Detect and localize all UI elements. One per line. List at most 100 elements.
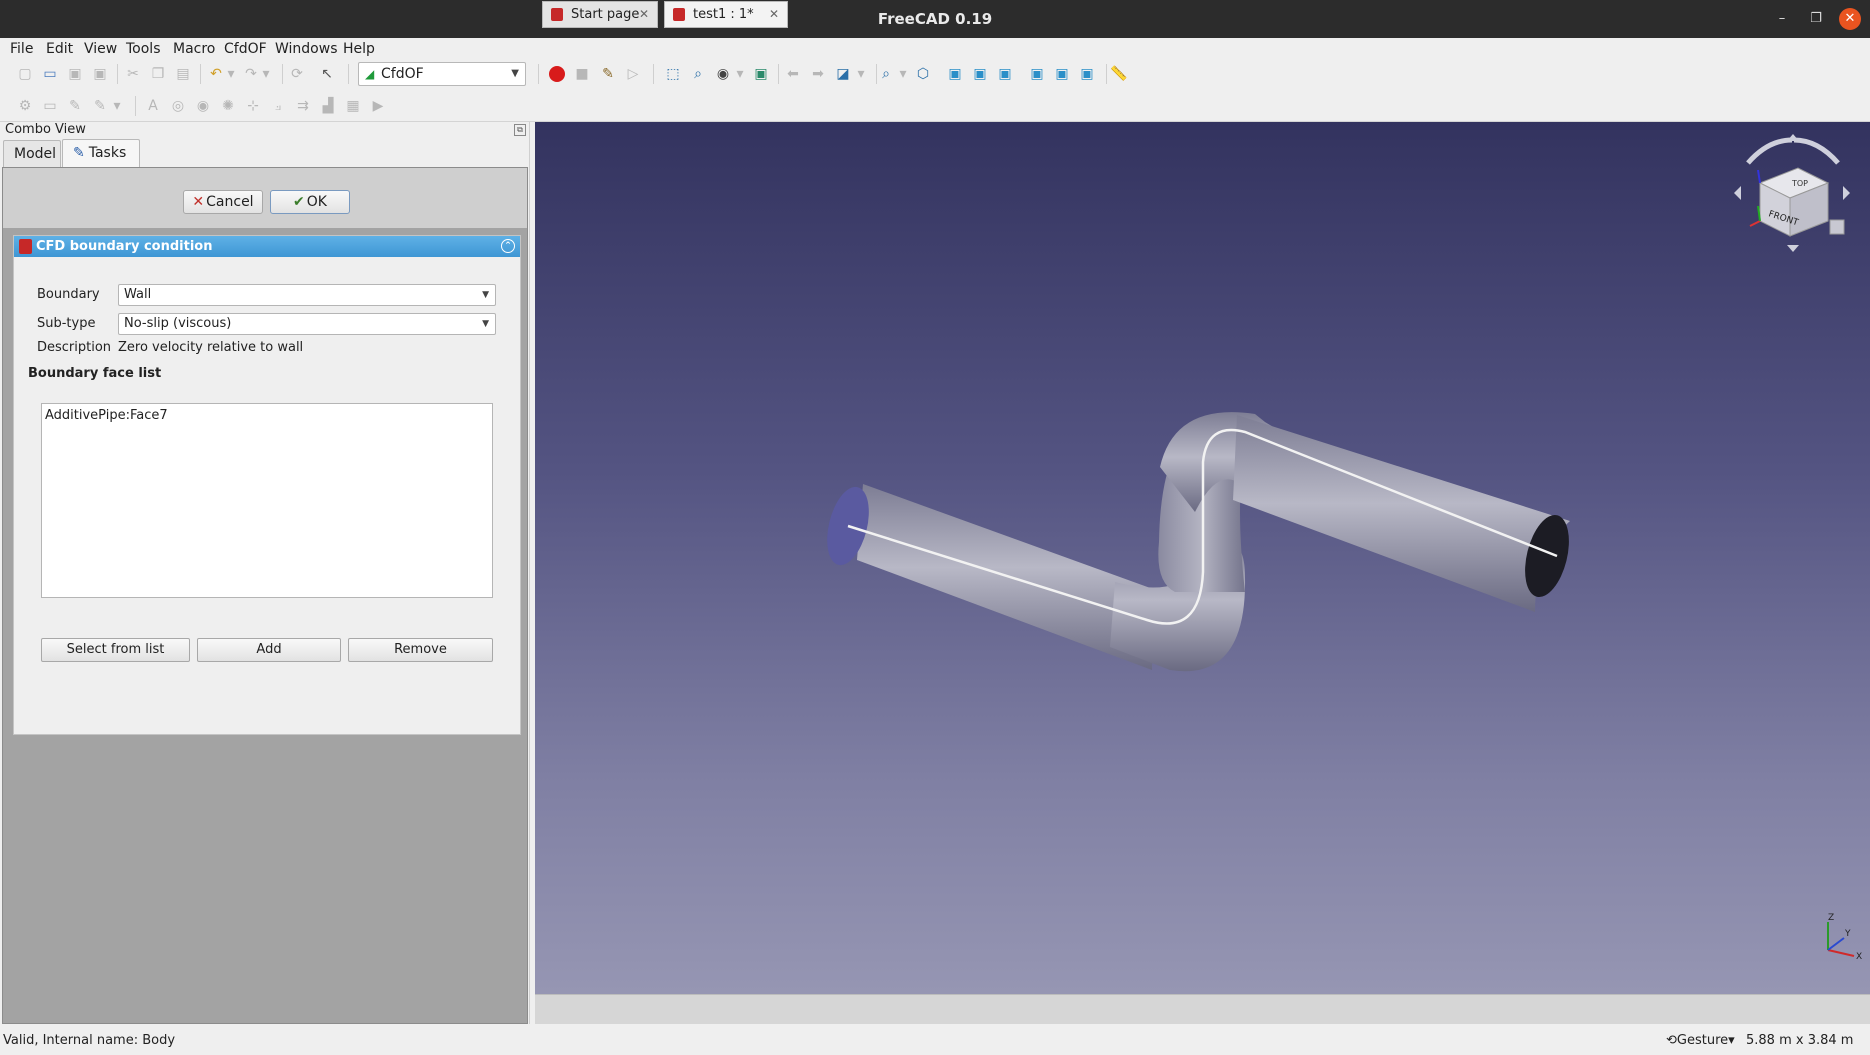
whats-this-icon[interactable]: ↖ <box>318 65 336 83</box>
pipe-model[interactable] <box>535 122 1870 994</box>
undo-dropdown-icon[interactable]: ▾ <box>222 65 240 83</box>
pencil-icon: ✎ <box>73 145 85 161</box>
add-button[interactable]: Add <box>197 638 341 662</box>
mesh-icon[interactable]: ✎ <box>91 97 109 115</box>
cancel-icon: ✕ <box>192 194 205 210</box>
bounding-box-icon[interactable]: ▣ <box>752 65 770 83</box>
top-view-icon[interactable]: ▣ <box>971 65 989 83</box>
main-toolbar: ▢ ▭ ▣ ▣ ✂ ❐ ▤ ↶ ▾ ↷ ▾ ⟳ ↖ ◢ CfdOF ▼ ■ ✎ … <box>0 58 1870 90</box>
menu-tools[interactable]: Tools <box>126 41 161 57</box>
menu-file[interactable]: File <box>10 41 33 57</box>
undock-icon[interactable]: ⧉ <box>514 124 526 136</box>
left-view-icon[interactable]: ▣ <box>1078 65 1096 83</box>
list-item[interactable]: AdditivePipe:Face7 <box>45 408 489 423</box>
maximize-button[interactable]: ❐ <box>1805 8 1827 30</box>
macro-record-icon[interactable] <box>549 66 565 82</box>
open-file-icon[interactable]: ▭ <box>41 65 59 83</box>
axis-indicator: Z X Y <box>1827 913 1862 960</box>
fluid-icon[interactable]: ◉ <box>194 97 212 115</box>
tab-tasks[interactable]: ✎ Tasks <box>62 139 140 169</box>
text-icon[interactable]: A <box>144 97 162 115</box>
initialise-icon[interactable]: ✺ <box>219 97 237 115</box>
tab-start-label: Start page <box>571 7 640 22</box>
navigation-style-button[interactable]: ⟲Gesture▾ <box>1666 1033 1735 1048</box>
paste-icon[interactable]: ▤ <box>174 65 192 83</box>
tab-model[interactable]: Model <box>3 140 61 168</box>
zoom-dropdown-icon[interactable]: ▾ <box>894 65 912 83</box>
chevron-down-icon: ▼ <box>482 290 489 300</box>
macro-run-icon[interactable]: ▷ <box>624 65 642 83</box>
combo-view-title: Combo View <box>5 122 86 137</box>
chevron-down-icon: ▼ <box>482 319 489 329</box>
right-view-icon[interactable]: ▣ <box>996 65 1014 83</box>
folder-icon[interactable]: ▭ <box>41 97 59 115</box>
porous-icon[interactable]: ⇉ <box>294 97 312 115</box>
mouse-icon: ⟲ <box>1666 1033 1677 1048</box>
rear-view-icon[interactable]: ▣ <box>1028 65 1046 83</box>
redo-dropdown-icon[interactable]: ▾ <box>257 65 275 83</box>
menu-view[interactable]: View <box>84 41 117 57</box>
cancel-button[interactable]: ✕ Cancel <box>183 190 263 214</box>
face-list-title: Boundary face list <box>28 366 162 381</box>
minimize-button[interactable]: – <box>1771 8 1793 30</box>
grid-icon[interactable]: ▦ <box>344 97 362 115</box>
boundary-icon[interactable]: ⊹ <box>244 97 262 115</box>
menu-help[interactable]: Help <box>343 41 375 57</box>
boundary-condition-panel: CFD boundary condition ⌃ Boundary Wall ▼… <box>13 235 521 735</box>
tab-test1[interactable]: test1 : 1* ✕ <box>664 1 788 28</box>
run-icon[interactable]: ▶ <box>369 97 387 115</box>
cut-icon[interactable]: ✂ <box>124 65 142 83</box>
menu-edit[interactable]: Edit <box>46 41 73 57</box>
bookmark-dropdown-icon[interactable]: ▾ <box>852 65 870 83</box>
measure-icon[interactable]: 📏 <box>1110 65 1128 83</box>
macro-stop-icon[interactable]: ■ <box>573 65 591 83</box>
menu-cfdof[interactable]: CfdOF <box>224 41 267 57</box>
save-icon[interactable]: ▣ <box>66 65 84 83</box>
forward-icon[interactable]: ➡ <box>809 65 827 83</box>
menu-windows[interactable]: Windows <box>275 41 338 57</box>
new-file-icon[interactable]: ▢ <box>16 65 34 83</box>
workbench-selector[interactable]: ◢ CfdOF ▼ <box>358 62 526 86</box>
boundary-face-list[interactable]: AdditivePipe:Face7 <box>41 403 493 598</box>
draw-style-icon[interactable]: ◉ <box>714 65 732 83</box>
close-button[interactable]: ✕ <box>1839 8 1861 30</box>
analysis-icon[interactable]: ⚙ <box>16 97 34 115</box>
bottom-view-icon[interactable]: ▣ <box>1053 65 1071 83</box>
edit-icon[interactable]: ✎ <box>66 97 84 115</box>
window-title: FreeCAD 0.19 <box>877 10 993 28</box>
3d-viewport[interactable] <box>535 122 1870 994</box>
bookmark-icon[interactable]: ◪ <box>834 65 852 83</box>
draw-style-dropdown-icon[interactable]: ▾ <box>731 65 749 83</box>
axis-x-label: X <box>1856 952 1862 960</box>
tab-start-page[interactable]: Start page ✕ <box>542 1 658 28</box>
fit-selection-icon[interactable]: ⌕ <box>689 65 707 83</box>
macro-edit-icon[interactable]: ✎ <box>599 65 617 83</box>
status-bar: Valid, Internal name: Body ⟲Gesture▾ 5.8… <box>0 1029 1870 1055</box>
collapse-icon[interactable]: ⌃ <box>501 239 515 253</box>
isometric-view-icon[interactable]: ⬡ <box>914 65 932 83</box>
zone-icon[interactable]: ⟓ <box>269 97 287 115</box>
zoom-icon[interactable]: ⌕ <box>877 65 895 83</box>
image-icon[interactable]: ▟ <box>319 97 337 115</box>
description-value: Zero velocity relative to wall <box>118 340 304 355</box>
front-view-icon[interactable]: ▣ <box>946 65 964 83</box>
navigation-cube[interactable]: TOP FRONT <box>1728 128 1858 258</box>
select-from-list-button[interactable]: Select from list <box>41 638 190 662</box>
physics-icon[interactable]: ◎ <box>169 97 187 115</box>
save-as-icon[interactable]: ▣ <box>91 65 109 83</box>
ok-button[interactable]: ✔ OK <box>270 190 350 214</box>
remove-button[interactable]: Remove <box>348 638 493 662</box>
boundary-select[interactable]: Wall ▼ <box>118 284 496 306</box>
refresh-icon[interactable]: ⟳ <box>288 65 306 83</box>
menu-macro[interactable]: Macro <box>173 41 215 57</box>
close-icon[interactable]: ✕ <box>769 2 779 27</box>
ok-icon: ✔ <box>293 194 305 210</box>
close-icon[interactable]: ✕ <box>639 2 649 27</box>
back-icon[interactable]: ⬅ <box>784 65 802 83</box>
nav-style-label: Gesture <box>1676 1033 1729 1048</box>
mesh-dropdown-icon[interactable]: ▾ <box>108 97 126 115</box>
copy-icon[interactable]: ❐ <box>149 65 167 83</box>
fit-all-icon[interactable]: ⬚ <box>664 65 682 83</box>
subtype-select[interactable]: No-slip (viscous) ▼ <box>118 313 496 335</box>
axis-z-label: Z <box>1828 913 1834 923</box>
